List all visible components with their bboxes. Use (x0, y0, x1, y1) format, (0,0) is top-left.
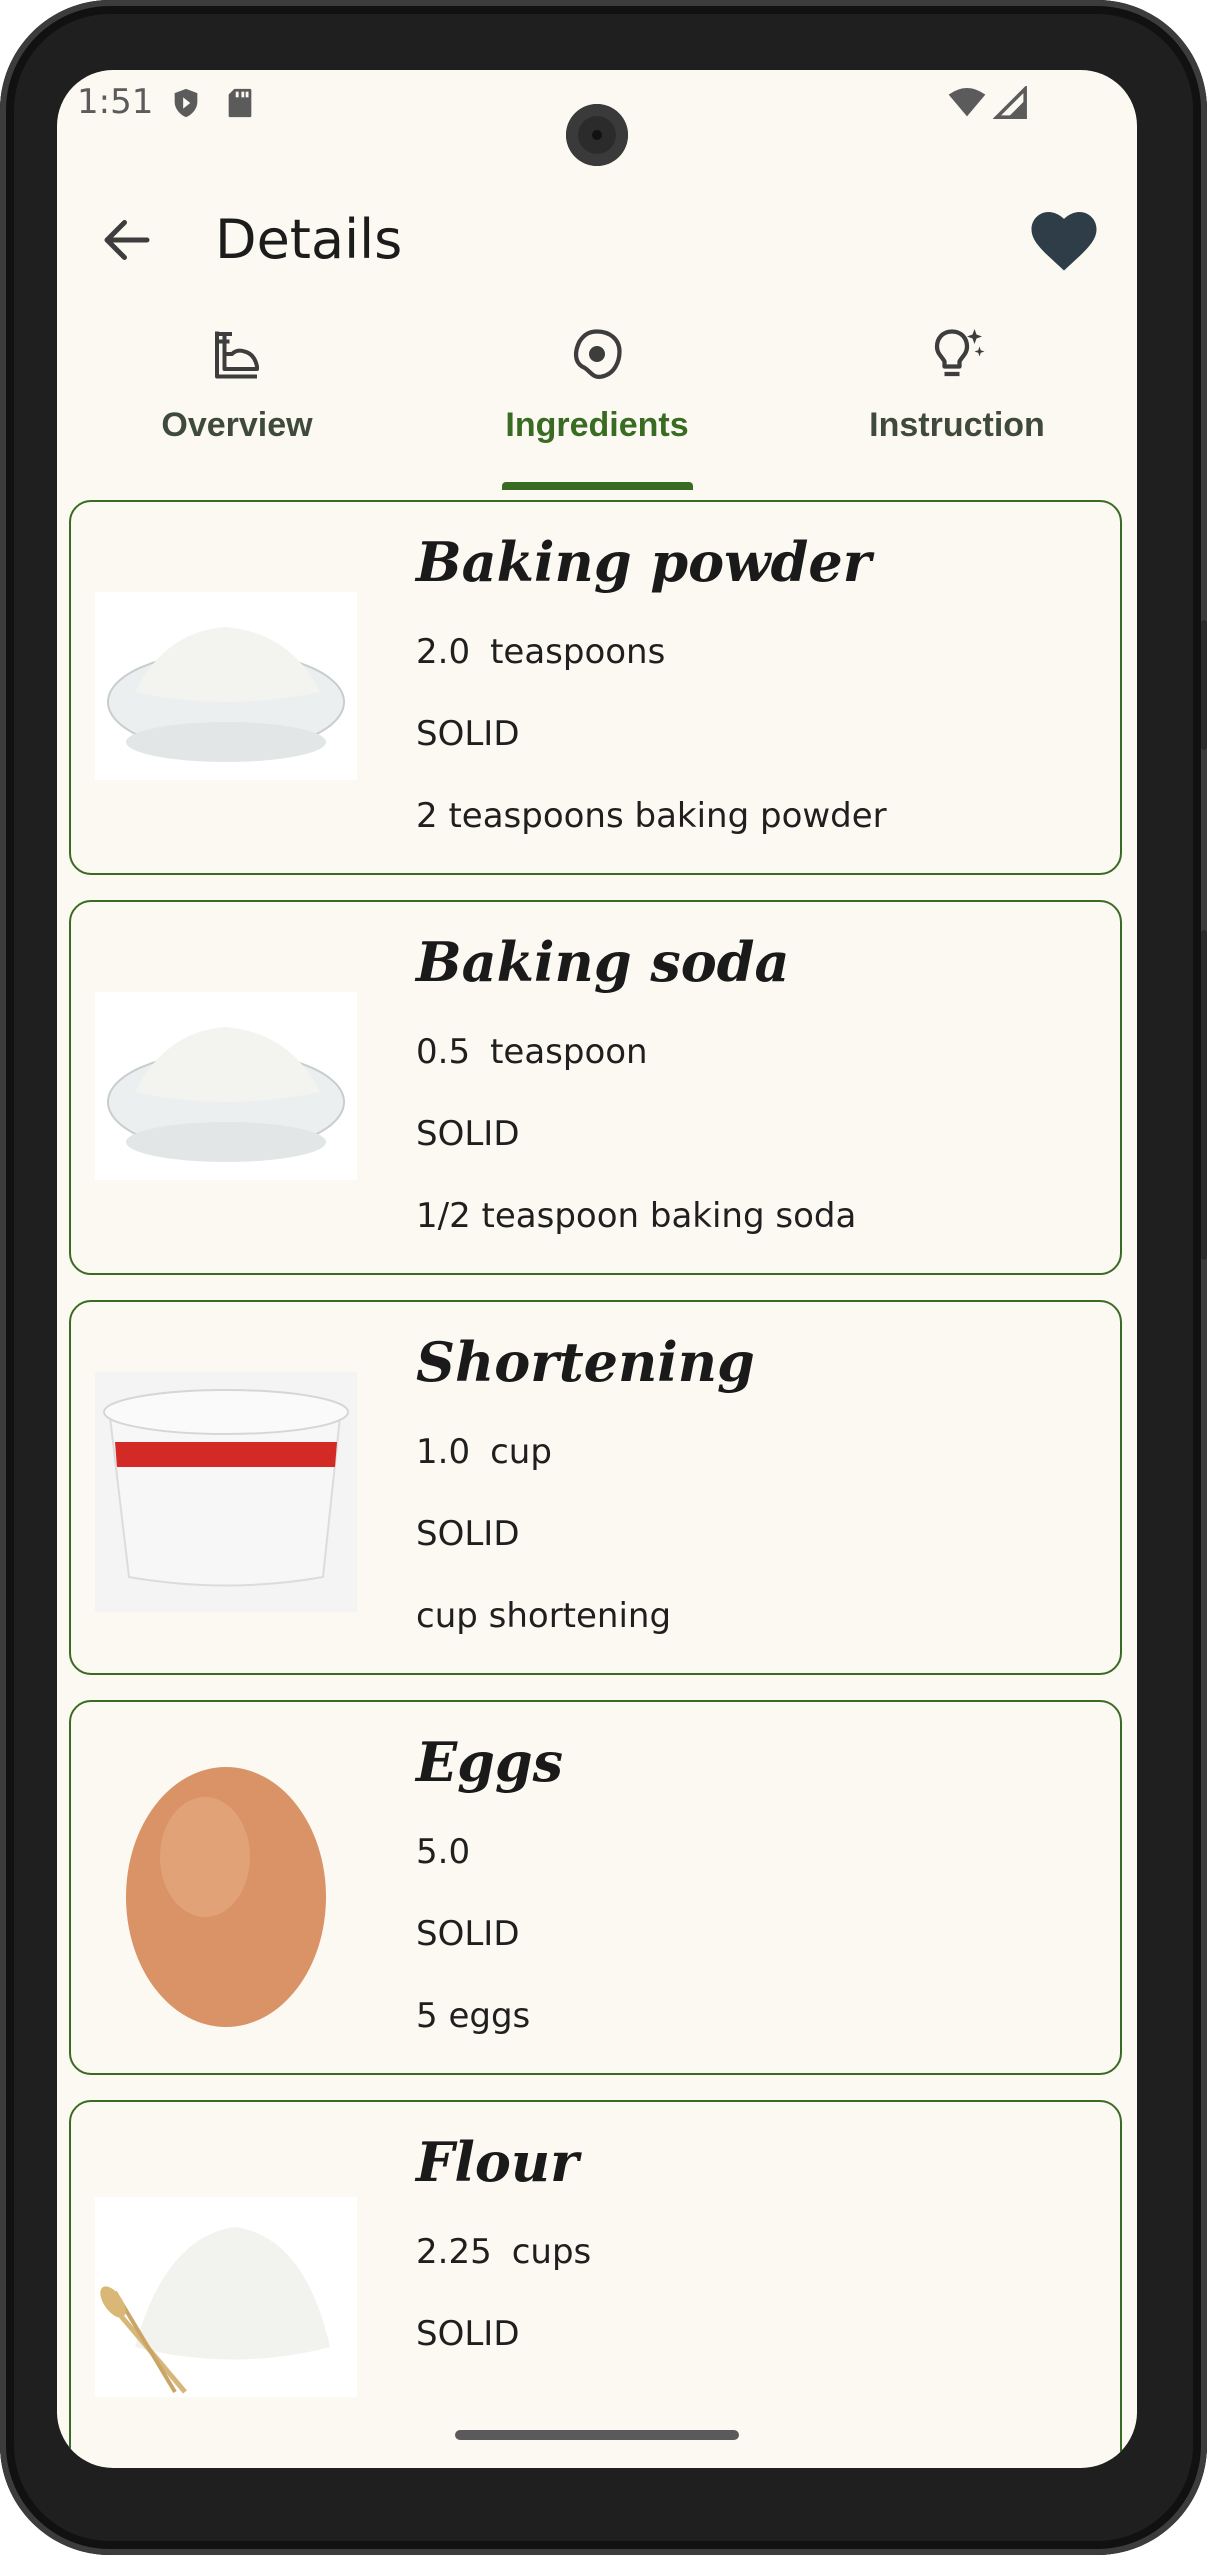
ingredient-original: 5 eggs (416, 1996, 531, 2036)
ingredient-amount: 5.0 (416, 1832, 471, 1872)
ingredient-name: Baking soda (416, 930, 790, 994)
ingredient-consistency: SOLID (416, 1514, 520, 1554)
ingredient-image (95, 992, 357, 1180)
signal-icon (993, 86, 1027, 119)
ingredient-unit: teaspoon (490, 1032, 648, 1072)
page-title: Details (215, 208, 403, 271)
ingredient-name: Flour (416, 2130, 579, 2194)
arrow-back-icon[interactable] (97, 210, 157, 270)
status-time: 1:51 (77, 82, 154, 122)
ingredient-unit: teaspoons (490, 632, 666, 672)
egg-icon (573, 329, 622, 380)
ingredient-image (95, 592, 357, 780)
lightbulb-icon (934, 329, 985, 377)
ingredient-amount: 1.0 cup (416, 1432, 552, 1472)
ingredient-list[interactable]: Baking powder 2.0 teaspoons SOLID 2 teasp… (57, 500, 1137, 2460)
chef-icon (215, 331, 259, 379)
ingredient-card[interactable]: Baking soda 0.5 teaspoon SOLID 1/2 teaspo… (69, 900, 1122, 1275)
ingredient-card[interactable]: Shortening 1.0 cup SOLID cup shortening (69, 1300, 1122, 1675)
ingredient-original: cup shortening (416, 1596, 672, 1636)
ingredient-consistency: SOLID (416, 714, 520, 754)
tab-overview[interactable]: Overview (57, 310, 417, 490)
ingredient-name: Baking powder (416, 530, 872, 594)
ingredient-unit: cups (511, 2232, 592, 2272)
tab-label: Overview (161, 406, 313, 444)
ingredient-image (95, 2197, 357, 2397)
screen: 1:51 Details Overview Ingredients Instru… (57, 70, 1137, 2468)
tab-indicator (502, 482, 693, 490)
ingredient-original: 1/2 teaspoon baking soda (416, 1196, 857, 1236)
ingredient-card[interactable]: Baking powder 2.0 teaspoons SOLID 2 teasp… (69, 500, 1122, 875)
heart-icon[interactable] (1025, 202, 1103, 274)
tab-ingredients[interactable]: Ingredients (417, 310, 777, 490)
front-camera (566, 104, 628, 166)
ingredient-amount: 2.0 teaspoons (416, 632, 666, 672)
ingredient-name: Eggs (416, 1730, 564, 1794)
ingredient-consistency: SOLID (416, 1114, 520, 1154)
ingredient-consistency: SOLID (416, 2314, 520, 2354)
ingredient-amount: 0.5 teaspoon (416, 1032, 648, 1072)
ingredient-original: 2 teaspoons baking powder (416, 796, 887, 836)
gesture-nav-bar[interactable] (455, 2430, 739, 2440)
top-app-bar: Details (57, 180, 1137, 290)
wifi-icon (948, 88, 986, 117)
status-bar: 1:51 (57, 70, 1137, 180)
tab-row: Overview Ingredients Instruction (57, 310, 1137, 490)
tab-label: Instruction (869, 406, 1045, 444)
ingredient-image (95, 1372, 357, 1612)
side-button (1201, 620, 1207, 750)
ingredient-card[interactable]: Flour 2.25 cups SOLID (69, 2100, 1122, 2460)
side-button (1201, 930, 1207, 1260)
tab-label: Ingredients (505, 406, 689, 444)
ingredient-unit: cup (490, 1432, 552, 1472)
shield-icon (174, 88, 198, 118)
tab-instruction[interactable]: Instruction (777, 310, 1137, 490)
sd-card-icon (228, 88, 252, 118)
ingredient-consistency: SOLID (416, 1914, 520, 1954)
ingredient-amount: 2.25 cups (416, 2232, 592, 2272)
ingredient-name: Shortening (416, 1330, 755, 1394)
ingredient-card[interactable]: Eggs 5.0 SOLID 5 eggs (69, 1700, 1122, 2075)
ingredient-image (95, 1747, 357, 2027)
phone-frame: 1:51 Details Overview Ingredients Instru… (0, 0, 1207, 2555)
